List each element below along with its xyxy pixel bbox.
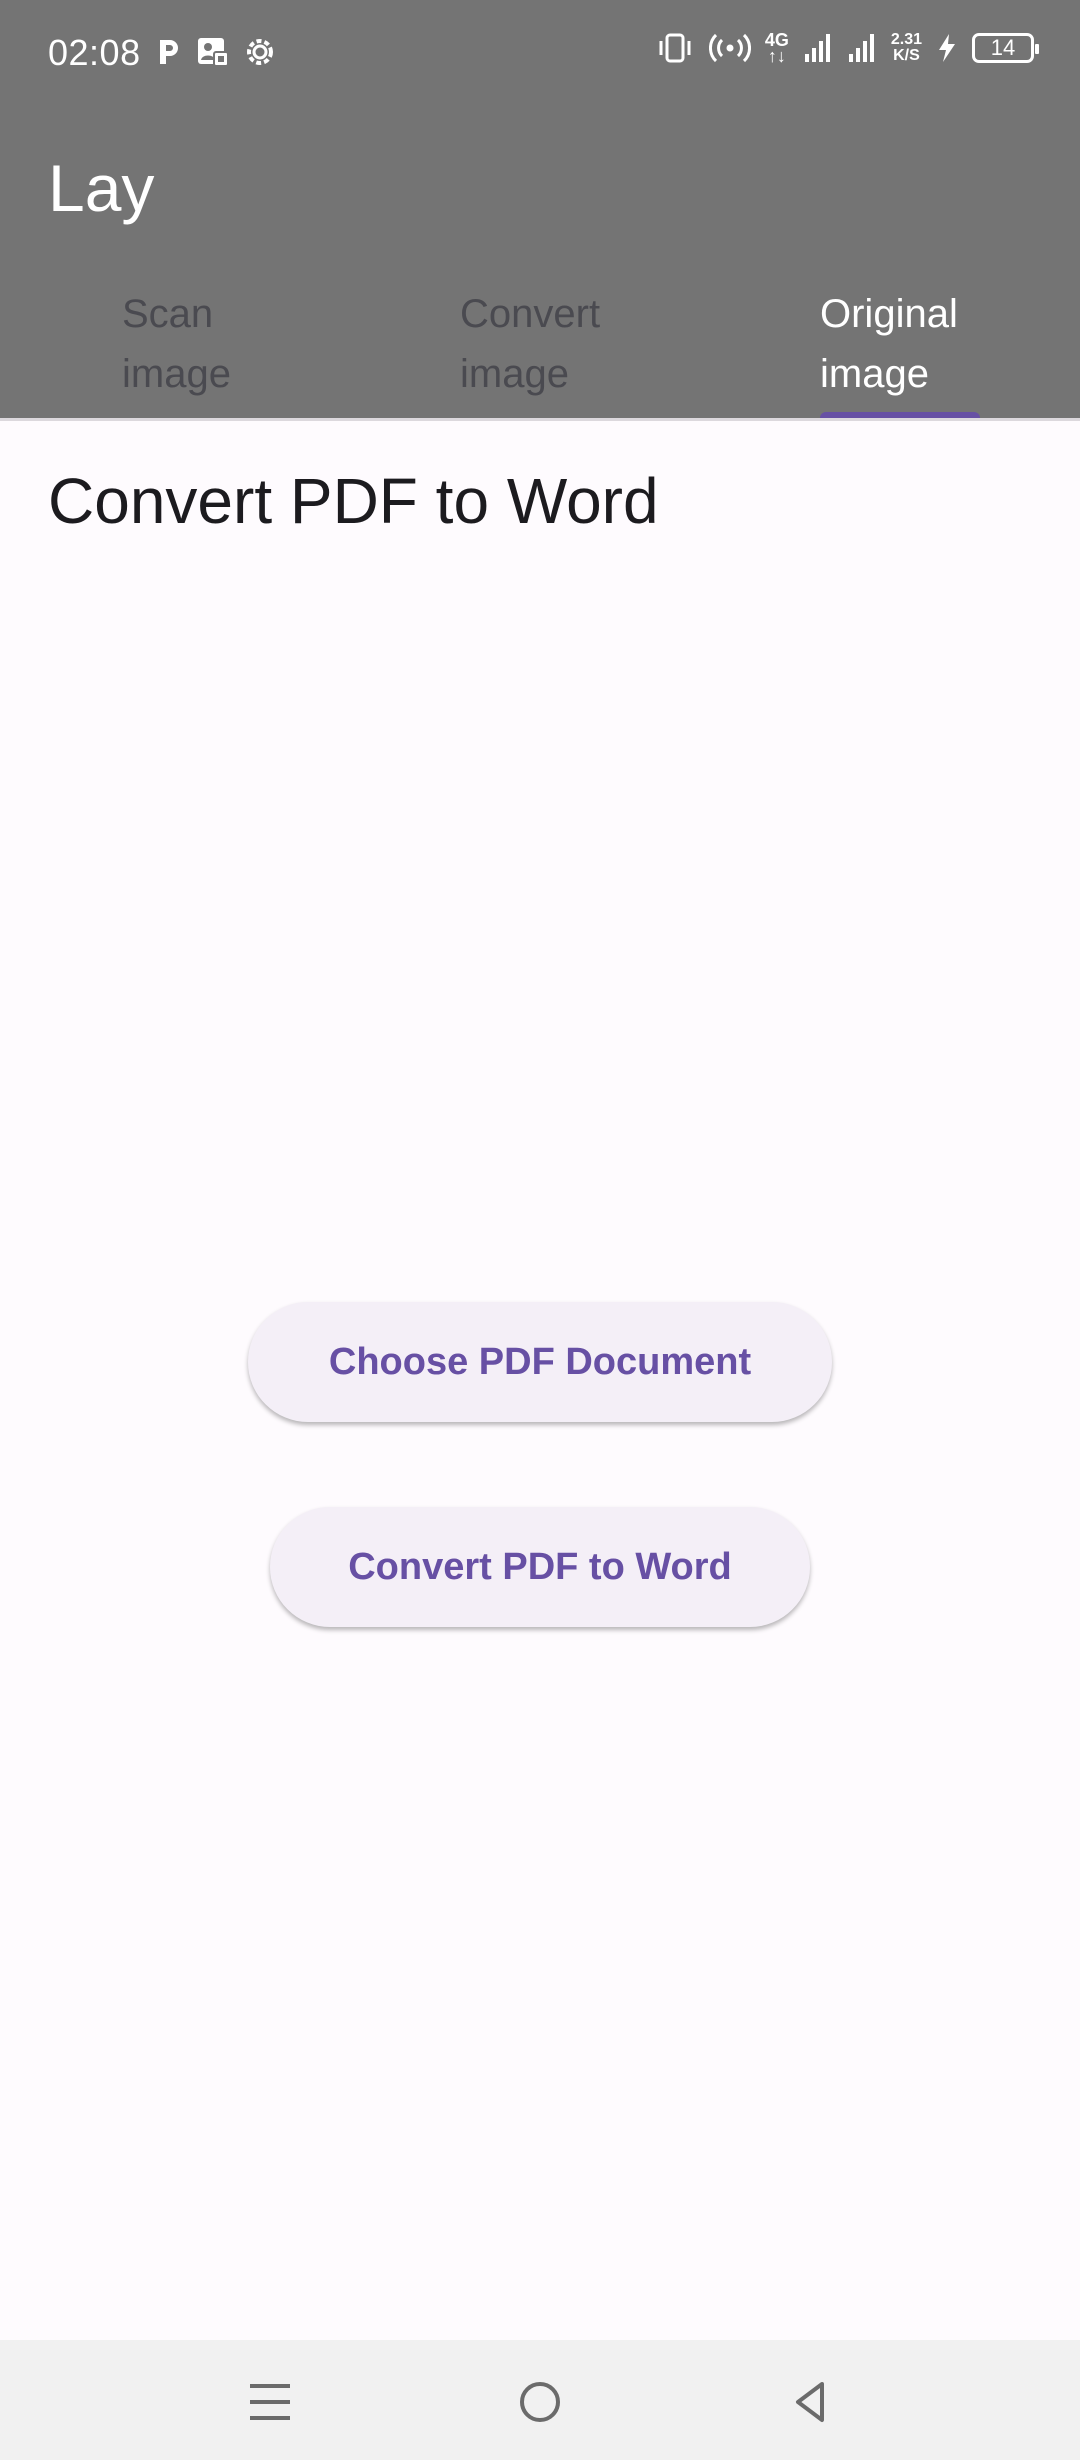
screen: 02:08 4G ↑↓ 2.31 K/S 14 Lay Scan image C… bbox=[0, 0, 1080, 2460]
hotspot-icon bbox=[708, 32, 751, 64]
page-heading: Convert PDF to Word bbox=[48, 465, 659, 537]
choose-pdf-button[interactable]: Choose PDF Document bbox=[248, 1302, 832, 1422]
notification-icons bbox=[156, 36, 276, 68]
app-title: Lay bbox=[48, 151, 155, 225]
network-speed: 2.31 K/S bbox=[891, 32, 922, 64]
contact-card-icon bbox=[196, 36, 230, 68]
tab-scan-image[interactable]: Scan image bbox=[122, 284, 282, 404]
status-bar: 02:08 4G ↑↓ 2.31 K/S 14 bbox=[0, 0, 1080, 110]
system-navigation-bar bbox=[0, 2340, 1080, 2460]
tab-convert-image[interactable]: Convert image bbox=[460, 284, 640, 404]
vibrate-icon bbox=[655, 32, 695, 64]
charging-bolt-icon bbox=[936, 32, 958, 64]
convert-pdf-button[interactable]: Convert PDF to Word bbox=[270, 1507, 810, 1627]
speed-value: 2.31 bbox=[890, 31, 922, 48]
menu-icon[interactable] bbox=[230, 2362, 310, 2442]
network-type-label: 4G ↑↓ bbox=[765, 31, 789, 66]
parking-icon bbox=[156, 37, 182, 67]
app-bar: 02:08 4G ↑↓ 2.31 K/S 14 Lay Scan image C… bbox=[0, 0, 1080, 418]
data-arrows-icon: ↑↓ bbox=[767, 46, 786, 66]
header-divider bbox=[0, 418, 1080, 421]
back-icon[interactable] bbox=[770, 2362, 850, 2442]
speed-unit: K/S bbox=[893, 47, 920, 64]
battery-icon: 14 bbox=[972, 33, 1039, 63]
home-icon[interactable] bbox=[500, 2362, 580, 2442]
signal-icon-1 bbox=[803, 32, 833, 64]
signal-icon-2 bbox=[847, 32, 877, 64]
system-status-icons: 4G ↑↓ 2.31 K/S 14 bbox=[655, 31, 1039, 66]
tab-bar: Scan image Convert image Original image bbox=[0, 284, 1080, 418]
status-time: 02:08 bbox=[48, 32, 141, 73]
settings-gear-icon bbox=[244, 36, 276, 68]
battery-level: 14 bbox=[990, 35, 1016, 60]
tab-original-image[interactable]: Original image bbox=[820, 284, 1000, 404]
